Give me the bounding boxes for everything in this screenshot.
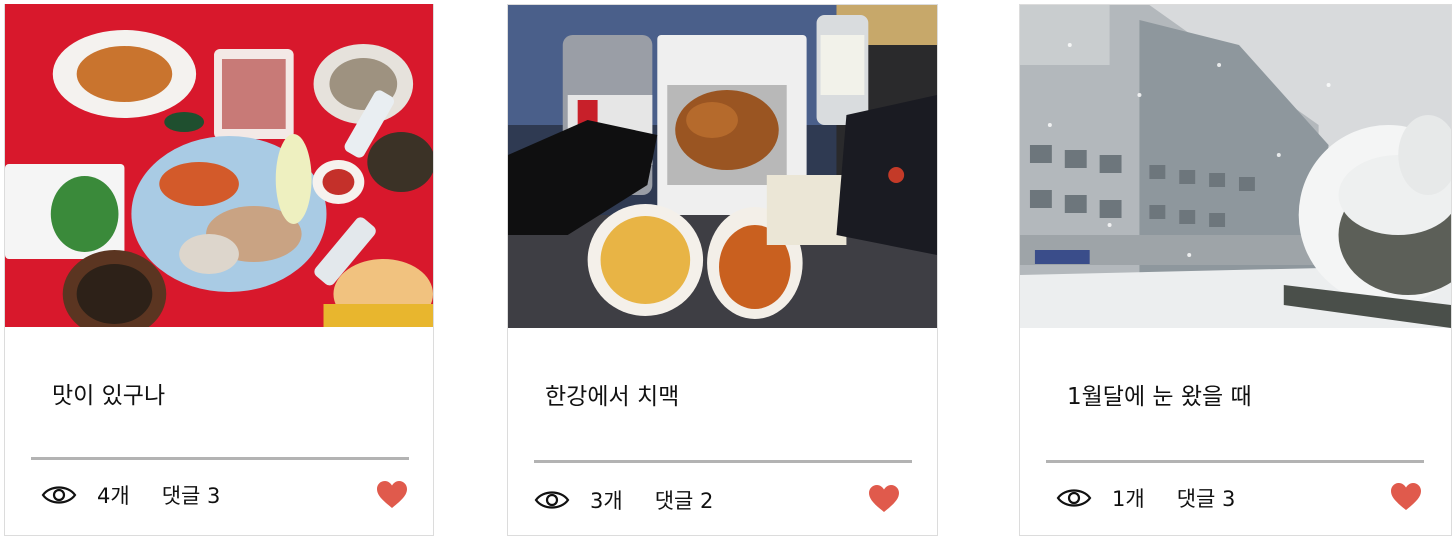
heart-icon[interactable]: [868, 484, 900, 514]
post-card[interactable]: 1월달에 눈 왔을 때 1개 댓글 3: [1019, 4, 1452, 536]
post-photo-chicken-beer[interactable]: [508, 5, 937, 328]
card-divider: [1046, 460, 1424, 463]
eye-icon: [1056, 489, 1092, 507]
post-stats: 1개 댓글 3: [1056, 483, 1235, 513]
heart-icon[interactable]: [1390, 482, 1422, 512]
post-title[interactable]: 1월달에 눈 왔을 때: [1067, 377, 1252, 411]
view-count: 3개: [590, 489, 623, 513]
heart-icon[interactable]: [376, 480, 408, 510]
post-title[interactable]: 한강에서 치맥: [545, 377, 679, 411]
card-divider: [31, 457, 409, 460]
post-stats: 3개 댓글 2: [534, 485, 713, 515]
post-card[interactable]: 한강에서 치맥 3개 댓글 2: [507, 4, 938, 536]
comment-count[interactable]: 댓글 2: [655, 485, 714, 515]
view-count: 4개: [97, 484, 130, 508]
comment-count[interactable]: 댓글 3: [1177, 483, 1236, 513]
comment-count[interactable]: 댓글 3: [162, 480, 221, 510]
eye-icon: [41, 486, 77, 504]
card-divider: [534, 460, 912, 463]
post-photo-food-table[interactable]: [5, 4, 433, 327]
post-photo-snow-building[interactable]: [1020, 5, 1451, 328]
post-title[interactable]: 맛이 있구나: [52, 376, 165, 410]
post-card[interactable]: 맛이 있구나 4개 댓글 3: [4, 4, 434, 536]
view-count: 1개: [1112, 487, 1145, 511]
eye-icon: [534, 491, 570, 509]
post-stats: 4개 댓글 3: [41, 480, 220, 510]
